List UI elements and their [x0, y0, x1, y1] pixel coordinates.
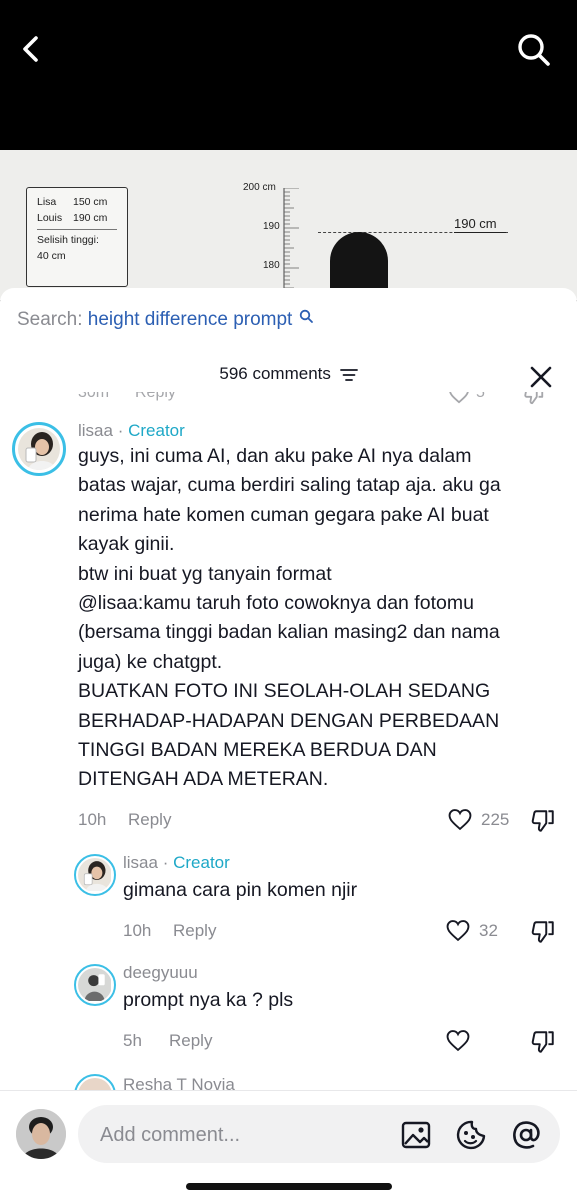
partial-comment-meta: 30m Reply 5 [78, 392, 553, 405]
search-icon[interactable] [514, 30, 554, 70]
like-count: 225 [481, 809, 510, 829]
close-icon[interactable] [528, 364, 554, 390]
image-icon[interactable] [400, 1119, 432, 1151]
avatar[interactable] [74, 964, 116, 1006]
info-row-louis: Louis 190 cm [37, 210, 117, 226]
dislike-icon[interactable] [530, 1029, 556, 1055]
heart-icon[interactable] [445, 919, 471, 942]
like-count: 32 [479, 920, 498, 940]
height-marker-underline [454, 232, 506, 233]
avatar[interactable] [74, 854, 116, 896]
video-top-bar [0, 0, 577, 150]
dislike-icon[interactable] [530, 919, 556, 945]
avatar[interactable] [12, 422, 66, 476]
reply-time: 10h [123, 921, 152, 940]
like-button[interactable] [445, 1029, 471, 1052]
diff-value: 40 cm [37, 250, 66, 262]
like-button[interactable]: 225 [447, 808, 509, 831]
height-marker-label: 190 cm [454, 216, 497, 231]
comments-count: 596 comments [219, 364, 331, 383]
search-suggestion[interactable]: Search: height difference prompt [17, 309, 314, 331]
home-indicator [186, 1183, 392, 1190]
chevron-left-icon[interactable] [14, 30, 50, 66]
comments-header: 596 comments [0, 364, 577, 384]
reply-item: lisaa · Creator gimana cara pin komen nj… [0, 853, 577, 954]
heart-icon[interactable] [445, 1029, 471, 1052]
comment-item: lisaa · Creator guys, ini cuma AI, dan a… [0, 421, 577, 834]
reply-username[interactable]: lisaa · Creator [123, 853, 230, 873]
username-text[interactable]: lisaa [123, 853, 158, 872]
diff-label: Selisih tinggi: [37, 234, 99, 246]
filter-icon[interactable] [339, 368, 358, 382]
avatar-image [18, 428, 60, 470]
ruler-label-180: 180 [263, 260, 280, 271]
like-count: 5 [476, 392, 485, 401]
username-text[interactable]: deegyuuu [123, 963, 198, 982]
comment-text: guys, ini cuma AI, dan aku pake AI nya d… [78, 445, 501, 791]
reply-time: 5h [123, 1031, 142, 1050]
reply-button[interactable]: Reply [135, 392, 176, 402]
reply-item: deegyuuu prompt nya ka ? pls 5h Reply [0, 963, 577, 1064]
reply-username[interactable]: deegyuuu [123, 963, 198, 983]
info-row-lisa: Lisa 150 cm [37, 194, 117, 210]
reply-text: gimana cara pin komen njir [123, 879, 358, 901]
search-suggestion-prefix: Search: [17, 309, 83, 330]
comment-time: 10h [78, 810, 107, 829]
search-suggestion-term[interactable]: height difference prompt [88, 309, 293, 330]
comment-input-pill[interactable] [78, 1105, 560, 1163]
info-value: 190 cm [73, 212, 108, 224]
like-button[interactable]: 32 [445, 919, 498, 942]
comment-time: 30m [78, 392, 110, 401]
comment-input-bar [0, 1090, 577, 1201]
ruler-label-190: 190 [263, 221, 280, 232]
video-preview[interactable]: Lisa 150 cm Louis 190 cm Selisih tinggi:… [0, 150, 577, 300]
info-divider [37, 229, 117, 230]
comments-sheet: Search: height difference prompt 596 com… [0, 288, 577, 1200]
username-text[interactable]: lisaa [78, 421, 113, 440]
ruler-label-200: 200 cm [243, 182, 276, 193]
creator-badge: Creator [173, 853, 230, 872]
emoji-icon[interactable] [455, 1119, 487, 1151]
comment-input[interactable] [98, 1119, 382, 1151]
info-value: 150 cm [73, 196, 108, 208]
reply-text: prompt nya ka ? pls [123, 989, 294, 1011]
reply-button[interactable]: Reply [169, 1031, 212, 1051]
measuring-ruler [283, 188, 299, 300]
reply-button[interactable]: Reply [173, 921, 216, 941]
dislike-icon[interactable] [530, 808, 556, 834]
avatar-image [78, 968, 112, 1002]
reply-meta: 10h Reply [123, 919, 423, 945]
mention-icon[interactable] [510, 1119, 542, 1151]
dislike-icon[interactable] [522, 392, 546, 411]
info-name: Lisa [37, 196, 57, 208]
comment-username[interactable]: lisaa · Creator [78, 421, 185, 441]
reply-meta: 5h Reply [123, 1029, 423, 1055]
comments-list[interactable]: 30m Reply 5 lisaa · Creator guys, ini cu… [0, 392, 577, 1092]
heart-icon[interactable] [448, 392, 470, 409]
info-name: Louis [37, 212, 63, 224]
height-info-card: Lisa 150 cm Louis 190 cm Selisih tinggi:… [26, 187, 128, 287]
creator-badge: Creator [128, 421, 185, 440]
avatar[interactable] [16, 1109, 66, 1159]
heart-icon[interactable] [447, 808, 473, 831]
search-icon [299, 309, 313, 323]
avatar-image [78, 858, 112, 892]
reply-button[interactable]: Reply [128, 810, 171, 830]
